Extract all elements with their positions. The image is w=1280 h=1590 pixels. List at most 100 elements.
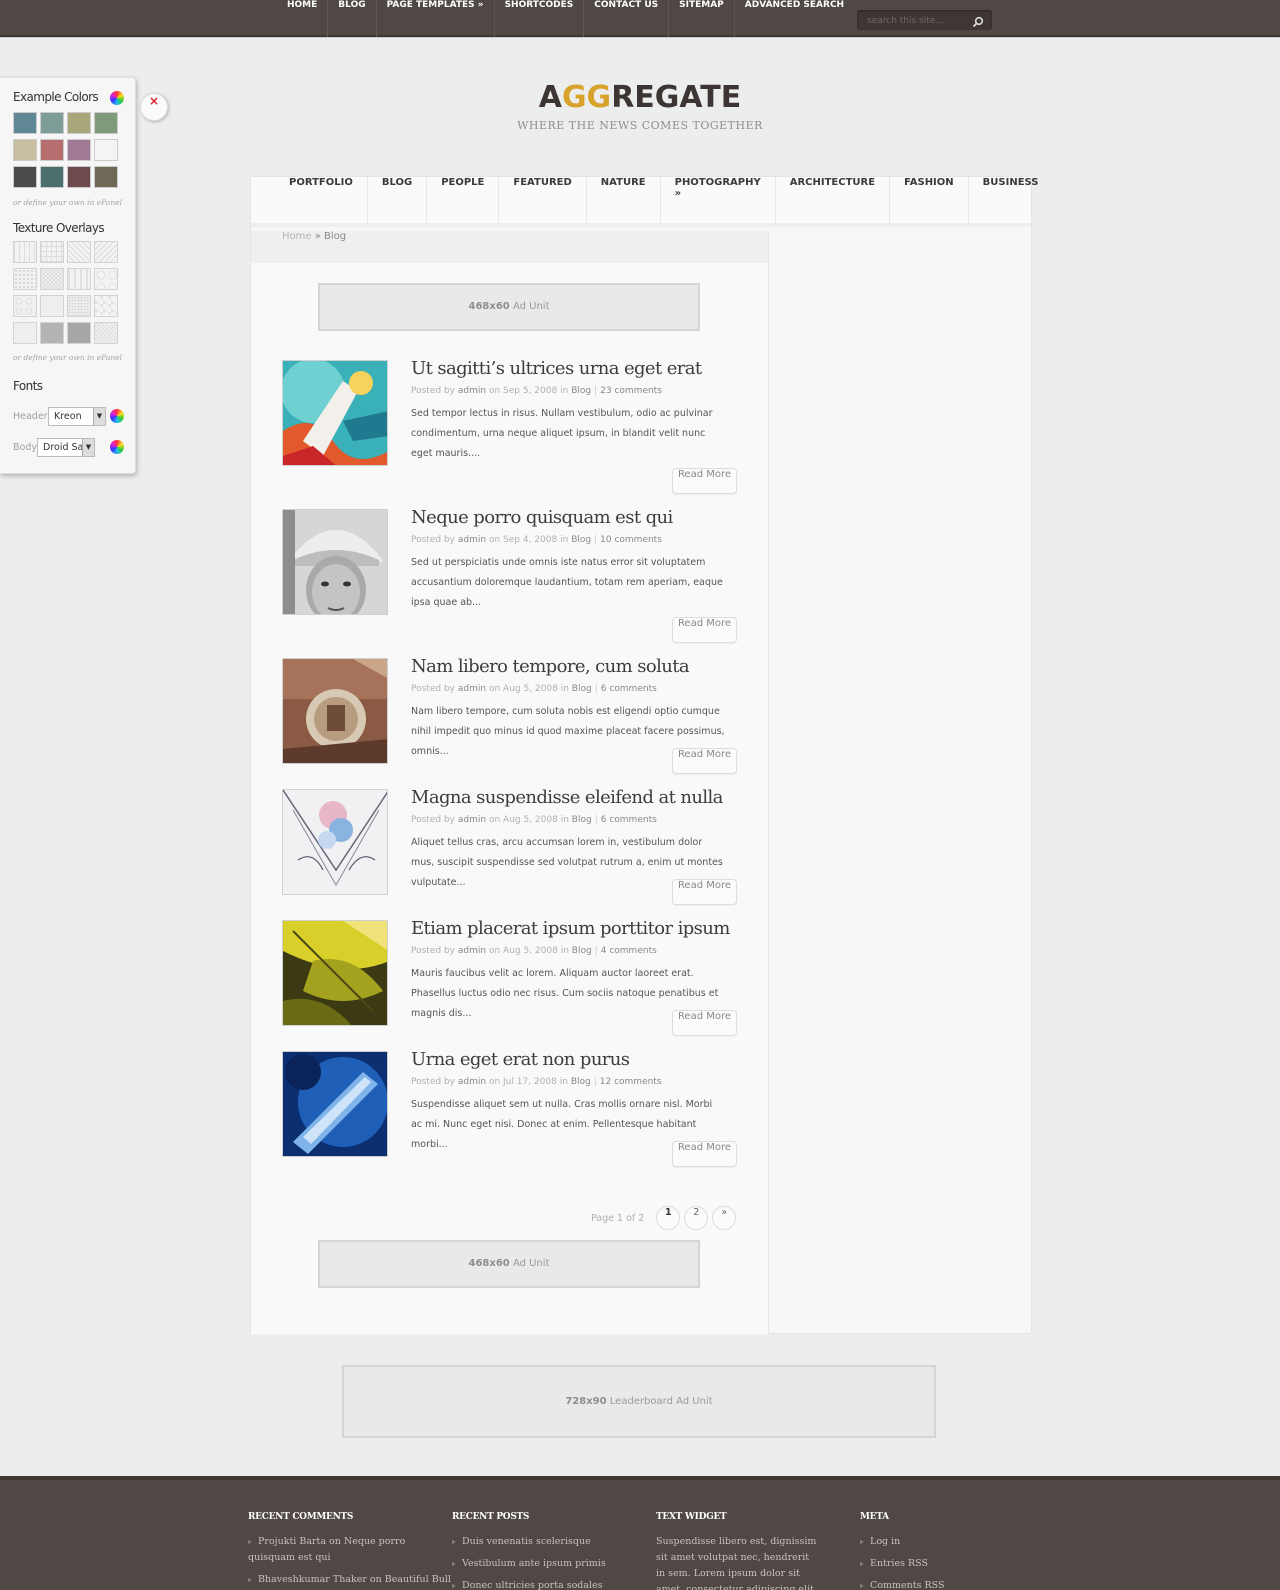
post-thumbnail[interactable]	[282, 920, 388, 1026]
post-author-link[interactable]: admin	[458, 535, 486, 545]
catnav-blog[interactable]: BLOG	[368, 177, 428, 223]
search-input[interactable]	[867, 14, 967, 27]
texture-swatch[interactable]	[67, 322, 91, 344]
texture-swatch[interactable]	[40, 322, 64, 344]
body-color-wheel-icon[interactable]	[110, 440, 124, 454]
color-swatch[interactable]	[94, 112, 118, 134]
dropdown-arrow-icon[interactable]: ▼	[93, 408, 105, 425]
post-comments-link[interactable]: 4 comments	[601, 946, 657, 956]
footer-login-link[interactable]: ▸ Log in	[860, 1534, 900, 1550]
post-thumbnail[interactable]	[282, 658, 388, 764]
catnav-nature[interactable]: NATURE	[587, 177, 661, 223]
color-swatch[interactable]	[40, 139, 64, 161]
topnav-shortcodes[interactable]: SHORTCODES	[495, 0, 585, 37]
header-color-wheel-icon[interactable]	[110, 409, 124, 423]
texture-swatch[interactable]	[94, 268, 118, 290]
footer-comment-item[interactable]: ▸ Bhaveshkumar Thaker on Beautiful Bull	[248, 1572, 451, 1588]
post-comments-link[interactable]: 23 comments	[600, 386, 662, 396]
texture-swatch[interactable]	[94, 241, 118, 263]
topnav-contact-us[interactable]: CONTACT US	[584, 0, 670, 37]
ad-leaderboard[interactable]: 728x90 Leaderboard Ad Unit	[342, 1365, 936, 1438]
post-thumbnail[interactable]	[282, 360, 388, 466]
post-category-link[interactable]: Blog	[572, 684, 592, 694]
close-panel-button[interactable]: ×	[140, 93, 168, 121]
read-more-button[interactable]: Read More	[672, 1010, 737, 1036]
topnav-sitemap[interactable]: SITEMAP	[669, 0, 735, 37]
catnav-featured[interactable]: FEATURED	[499, 177, 587, 223]
post-thumbnail[interactable]	[282, 509, 388, 615]
footer-comment-item[interactable]: ▸ Projukti Barta on Neque porro quisquam …	[248, 1534, 408, 1566]
post-comments-link[interactable]: 10 comments	[600, 535, 662, 545]
footer-post-link[interactable]: ▸ Duis venenatis scelerisque	[452, 1534, 591, 1550]
post-title[interactable]: Neque porro quisquam est qui	[411, 507, 673, 528]
read-more-button[interactable]: Read More	[672, 748, 737, 774]
ad-unit-bottom[interactable]: 468x60 Ad Unit	[318, 1240, 700, 1288]
header-font-select[interactable]: Kreon ▼	[48, 407, 106, 426]
page-2-link[interactable]: 2	[684, 1206, 709, 1230]
read-more-button[interactable]: Read More	[672, 617, 737, 643]
post-author-link[interactable]: admin	[458, 1077, 486, 1087]
post-author-link[interactable]: admin	[458, 386, 486, 396]
color-swatch[interactable]	[67, 112, 91, 134]
post-thumbnail[interactable]	[282, 1051, 388, 1157]
post-comments-link[interactable]: 12 comments	[600, 1077, 662, 1087]
topnav-advanced-search[interactable]: ADVANCED SEARCH	[735, 0, 854, 37]
post-comments-link[interactable]: 6 comments	[601, 815, 657, 825]
post-author-link[interactable]: admin	[458, 684, 486, 694]
catnav-people[interactable]: PEOPLE	[427, 177, 500, 223]
body-font-select[interactable]: Droid Sans ▼	[37, 438, 95, 457]
post-title[interactable]: Urna eget erat non purus	[411, 1049, 630, 1070]
page-1-link[interactable]: 1	[656, 1206, 681, 1230]
texture-swatch[interactable]	[13, 295, 37, 317]
topnav-page-templates[interactable]: PAGE TEMPLATES »	[377, 0, 495, 37]
footer-comments-rss-link[interactable]: ▸ Comments RSS	[860, 1578, 944, 1590]
post-category-link[interactable]: Blog	[571, 386, 591, 396]
color-swatch[interactable]	[13, 112, 37, 134]
post-thumbnail[interactable]	[282, 789, 388, 895]
read-more-button[interactable]: Read More	[672, 879, 737, 905]
catnav-portfolio[interactable]: PORTFOLIO	[275, 177, 368, 223]
topnav-home[interactable]: HOME	[277, 0, 329, 37]
catnav-photography[interactable]: PHOTOGRAPHY »	[661, 177, 776, 223]
post-comments-link[interactable]: 6 comments	[601, 684, 657, 694]
texture-swatch[interactable]	[67, 295, 91, 317]
color-swatch[interactable]	[67, 139, 91, 161]
texture-swatch[interactable]	[94, 295, 118, 317]
color-swatch[interactable]	[13, 166, 37, 188]
texture-swatch[interactable]	[40, 268, 64, 290]
color-swatch[interactable]	[94, 139, 118, 161]
post-title[interactable]: Etiam placerat ipsum porttitor ipsum	[411, 918, 730, 939]
footer-post-link[interactable]: ▸ Donec ultricies porta sodales	[452, 1578, 603, 1590]
color-swatch[interactable]	[40, 166, 64, 188]
ad-unit-top[interactable]: 468x60 Ad Unit	[318, 283, 700, 331]
texture-swatch[interactable]	[13, 322, 37, 344]
color-swatch[interactable]	[40, 112, 64, 134]
topnav-blog[interactable]: BLOG	[328, 0, 377, 37]
search-icon[interactable]	[972, 13, 984, 28]
post-author-link[interactable]: admin	[458, 815, 486, 825]
read-more-button[interactable]: Read More	[672, 468, 737, 494]
footer-post-link[interactable]: ▸ Vestibulum ante ipsum primis	[452, 1556, 606, 1572]
read-more-button[interactable]: Read More	[672, 1141, 737, 1167]
color-swatch[interactable]	[94, 166, 118, 188]
texture-swatch[interactable]	[13, 241, 37, 263]
post-title[interactable]: Magna suspendisse eleifend at nulla	[411, 787, 723, 808]
post-author-link[interactable]: admin	[458, 946, 486, 956]
catnav-fashion[interactable]: FASHION	[890, 177, 969, 223]
catnav-architecture[interactable]: ARCHITECTURE	[776, 177, 891, 223]
post-title[interactable]: Nam libero tempore, cum soluta	[411, 656, 690, 677]
footer-entries-rss-link[interactable]: ▸ Entries RSS	[860, 1556, 928, 1572]
post-category-link[interactable]: Blog	[572, 946, 592, 956]
post-category-link[interactable]: Blog	[572, 815, 592, 825]
color-swatch[interactable]	[13, 139, 37, 161]
next-page-link[interactable]: »	[712, 1206, 737, 1230]
texture-swatch[interactable]	[67, 241, 91, 263]
color-swatch[interactable]	[67, 166, 91, 188]
site-logo[interactable]: AGGREGATE WHERE THE NEWS COMES TOGETHER	[440, 80, 840, 132]
texture-swatch[interactable]	[67, 268, 91, 290]
post-category-link[interactable]: Blog	[571, 1077, 591, 1087]
texture-swatch[interactable]	[94, 322, 118, 344]
breadcrumb-home[interactable]: Home	[282, 231, 312, 242]
dropdown-arrow-icon[interactable]: ▼	[82, 439, 94, 456]
texture-swatch[interactable]	[13, 268, 37, 290]
